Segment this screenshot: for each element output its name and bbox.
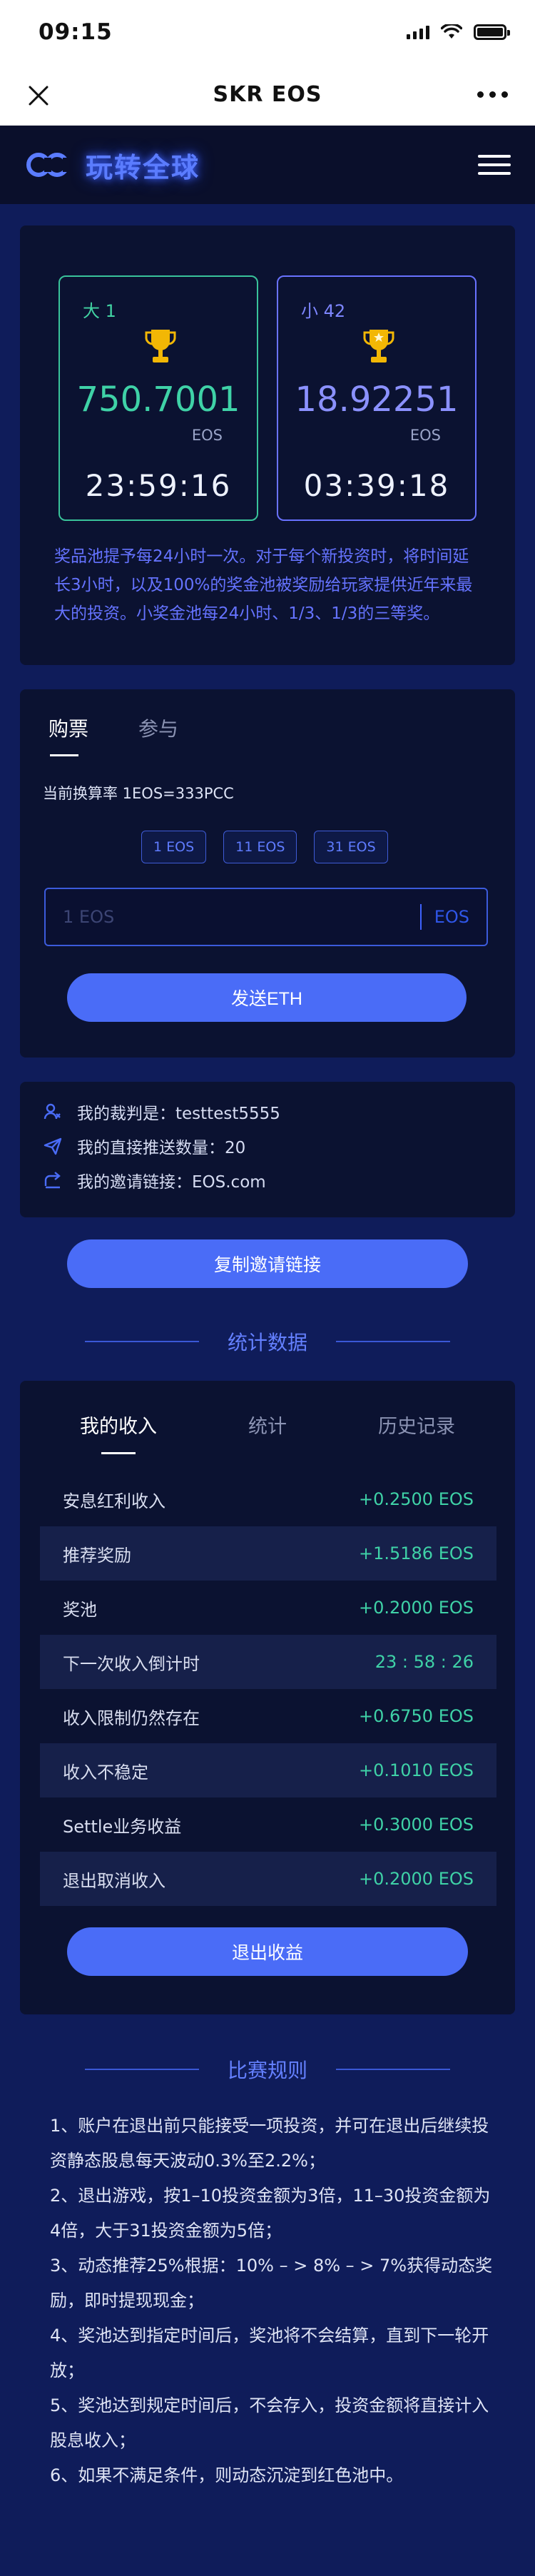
rule-item: 4、奖池达到指定时间后，奖池将不会结算，直到下一轮开放； <box>50 2326 489 2380</box>
pool-unit: EOS <box>409 427 441 444</box>
invite-link-row: 我的邀请链接：EOS.com <box>43 1163 492 1197</box>
amount-input[interactable] <box>63 907 420 927</box>
status-bar: 09:15 <box>0 0 535 64</box>
referee-row: 我的裁判是：testtest5555 <box>43 1095 492 1129</box>
small-pool: 小 42 18.92251 EOS 03:39:18 <box>277 275 477 521</box>
rule-item: 5、奖池达到规定时间后，不会存入，投资金额将直接计入股息收入； <box>50 2395 489 2450</box>
more-icon[interactable] <box>477 91 508 98</box>
stats-title: 统计数据 <box>227 1331 307 1354</box>
list-item: 安息红利收入 +0.2500 EOS <box>63 1489 474 1511</box>
pool-amount: 18.92251 <box>295 380 459 420</box>
pool-amount: 750.7001 <box>76 380 240 420</box>
list-item: 推荐奖励 +1.5186 EOS <box>40 1526 496 1581</box>
invite-link-text: 我的邀请链接：EOS.com <box>77 1173 266 1192</box>
referee-text: 我的裁判是：testtest5555 <box>77 1105 280 1123</box>
input-unit: EOS <box>434 907 469 927</box>
user-icon <box>44 1103 61 1120</box>
app-header: 玩转全球 <box>0 126 535 204</box>
wifi-icon <box>441 24 462 39</box>
direct-count-row: 我的直接推送数量：20 <box>43 1129 492 1163</box>
prize-pool-card: 大 1 750.7001 EOS 23:59:16 小 42 18.92251 … <box>20 225 515 665</box>
exit-earnings-button[interactable]: 退出收益 <box>67 1927 468 1976</box>
list-item: 奖池 +0.2000 EOS <box>63 1598 474 1620</box>
tab-buy[interactable]: 购票 <box>49 714 88 756</box>
rules-title: 比赛规则 <box>227 2059 307 2082</box>
brand-name: 玩转全球 <box>86 151 200 183</box>
rule-item: 1、账户在退出前只能接受一项投资，并可在退出后继续投资静态股息每天波动0.3%至… <box>50 2116 489 2171</box>
divider-line <box>84 1341 199 1342</box>
rules-list: 1、账户在退出前只能接受一项投资，并可在退出后继续投资静态股息每天波动0.3%至… <box>50 2109 499 2493</box>
divider-line <box>336 2069 450 2070</box>
menu-icon[interactable] <box>478 155 511 175</box>
buy-tabs: 购票 参与 <box>49 714 178 756</box>
stats-card: 我的收入 统计 历史记录 安息红利收入 +0.2500 EOS 推荐奖励 +1.… <box>20 1381 515 2014</box>
send-eth-button[interactable]: 发送ETH <box>67 973 467 1022</box>
tab-history[interactable]: 历史记录 <box>378 1411 455 1454</box>
trophy-icon <box>145 330 176 362</box>
status-time: 09:15 <box>39 19 113 45</box>
share-icon <box>44 1172 61 1189</box>
nav-title: SKR EOS <box>213 82 322 107</box>
chip-11-eos[interactable]: 11 EOS <box>223 831 297 863</box>
logo-icon <box>26 153 70 177</box>
stats-tabs: 我的收入 统计 历史记录 <box>20 1411 515 1454</box>
brand: 玩转全球 <box>24 146 200 185</box>
pool-label: 大 1 <box>83 301 116 321</box>
rule-item: 6、如果不满足条件，则动态沉淀到红色池中。 <box>50 2465 404 2485</box>
list-item: 退出取消收入 +0.2000 EOS <box>40 1852 496 1906</box>
copy-invite-link-button[interactable]: 复制邀请链接 <box>67 1239 468 1288</box>
amount-chips: 1 EOS 11 EOS 31 EOS <box>141 831 388 863</box>
buy-ticket-card: 购票 参与 当前换算率 1EOS=333PCC 1 EOS 11 EOS 31 … <box>20 689 515 1058</box>
status-icons <box>407 24 510 40</box>
signal-icon <box>407 25 429 39</box>
list-item: Settle业务收益 +0.3000 EOS <box>63 1815 474 1837</box>
divider-line <box>84 2069 199 2070</box>
chip-1-eos[interactable]: 1 EOS <box>141 831 207 863</box>
input-divider <box>419 904 422 930</box>
rules-section-title: 比赛规则 <box>0 2055 535 2084</box>
nav-bar: SKR EOS <box>0 64 535 126</box>
list-item: 下一次收入倒计时 23 : 58 : 26 <box>40 1635 496 1689</box>
divider-line <box>336 1341 450 1342</box>
tab-my-income[interactable]: 我的收入 <box>80 1411 157 1454</box>
referral-info-card: 我的裁判是：testtest5555 我的直接推送数量：20 我的邀请链接：EO… <box>20 1082 515 1217</box>
exchange-rate: 当前换算率 1EOS=333PCC <box>43 785 234 802</box>
direct-count-text: 我的直接推送数量：20 <box>77 1139 246 1157</box>
tab-statistics[interactable]: 统计 <box>248 1411 287 1454</box>
tab-join[interactable]: 参与 <box>138 714 178 756</box>
rule-item: 2、退出游戏，按1–10投资金额为3倍，11–30投资金额为4倍，大于31投资金… <box>50 2186 491 2241</box>
pool-unit: EOS <box>191 427 223 444</box>
pool-countdown: 03:39:18 <box>303 468 450 503</box>
chip-31-eos[interactable]: 31 EOS <box>314 831 388 863</box>
amount-field: EOS <box>44 888 488 946</box>
list-item: 收入不稳定 +0.1010 EOS <box>40 1743 496 1797</box>
battery-icon <box>474 24 510 40</box>
pool-label: 小 42 <box>301 301 346 321</box>
rule-item: 3、动态推荐25%根据：10% – > 8% – > 7%获得动态奖励，即时提现… <box>50 2256 493 2311</box>
big-pool: 大 1 750.7001 EOS 23:59:16 <box>58 275 258 521</box>
pool-description: 奖品池提予每24小时一次。对于每个新投资时，将时间延长3小时，以及100%的奖金… <box>54 547 473 623</box>
trophy-icon <box>363 330 394 362</box>
send-icon <box>44 1137 62 1155</box>
close-icon[interactable] <box>24 81 53 110</box>
list-item: 收入限制仍然存在 +0.6750 EOS <box>63 1706 474 1728</box>
pool-countdown: 23:59:16 <box>85 468 232 503</box>
income-list: 安息红利收入 +0.2500 EOS 推荐奖励 +1.5186 EOS 奖池 +… <box>40 1472 496 1906</box>
stats-section-title: 统计数据 <box>0 1327 535 1356</box>
